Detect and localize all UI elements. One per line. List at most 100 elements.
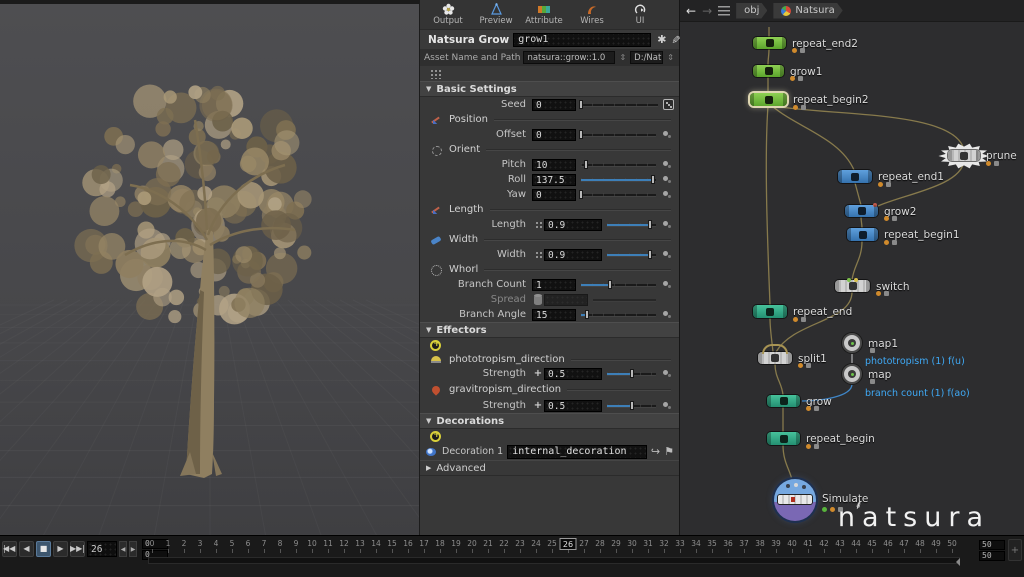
multiparm-icon[interactable]: [535, 221, 542, 228]
network-node-map[interactable]: [842, 364, 862, 384]
ladder-icon[interactable]: [661, 279, 674, 291]
go-to-start-button[interactable]: |◀◀: [2, 541, 17, 557]
breadcrumb-obj[interactable]: obj: [736, 3, 767, 19]
clear-tree-icon[interactable]: ⚑: [664, 445, 674, 458]
dice-icon[interactable]: [663, 99, 674, 110]
roll-input[interactable]: 137.5: [532, 174, 576, 186]
asset-path-dropdown[interactable]: D:/Natura/Plastic/src/too...: [630, 51, 663, 64]
network-node-repeat_begin1[interactable]: [847, 228, 878, 241]
node-list-icon[interactable]: [718, 6, 730, 16]
tab-attribute[interactable]: Attribute: [522, 1, 566, 29]
prev-frame-button[interactable]: ◀: [119, 541, 127, 557]
node-name-input[interactable]: [513, 33, 651, 47]
breadcrumb-natsura[interactable]: Natsura: [773, 3, 842, 19]
visibility-icon[interactable]: [425, 446, 438, 458]
photo-strength-slider[interactable]: [607, 367, 656, 380]
network-node-Simulate[interactable]: [774, 479, 816, 521]
ladder-icon[interactable]: [661, 189, 674, 201]
tab-output[interactable]: Output: [426, 1, 470, 29]
network-node-repeat_end1[interactable]: [838, 170, 872, 183]
branch-angle-slider[interactable]: [581, 308, 656, 321]
tab-ui[interactable]: UI: [618, 1, 662, 29]
network-pane[interactable]: ← → obj Natsura repeat_end2grow1repeat_b…: [680, 0, 1024, 535]
yaw-input[interactable]: 0: [532, 189, 576, 201]
length-input[interactable]: 0.9: [544, 219, 602, 231]
width-input[interactable]: 0.9: [544, 249, 602, 261]
ladder-icon[interactable]: [661, 174, 674, 186]
offset-slider[interactable]: [581, 128, 656, 141]
playback-range-bar[interactable]: [148, 557, 960, 564]
drag-handle-row[interactable]: [420, 66, 679, 81]
network-node-repeat_end2[interactable]: [753, 37, 786, 49]
seed-input[interactable]: 0: [532, 99, 576, 111]
ladder-icon[interactable]: [661, 249, 674, 261]
tab-wires[interactable]: Wires: [570, 1, 614, 29]
playhead[interactable]: 26: [560, 538, 577, 550]
current-frame-input[interactable]: [87, 541, 117, 557]
ladder-icon[interactable]: [661, 129, 674, 141]
node-badges-map1: [870, 348, 875, 353]
photo-strength-input[interactable]: 0.5: [544, 368, 602, 380]
network-node-prune[interactable]: [948, 150, 980, 161]
network-canvas[interactable]: repeat_end2grow1repeat_begin2prunerepeat…: [680, 22, 1024, 535]
pitch-input[interactable]: 10: [532, 159, 576, 171]
length-slider[interactable]: [607, 218, 656, 231]
spinner-icon[interactable]: ⇕: [666, 53, 675, 62]
viewport-3d[interactable]: [0, 0, 420, 535]
section-basic-settings[interactable]: ▼Basic Settings: [420, 81, 679, 97]
nav-forward-icon[interactable]: →: [702, 5, 712, 17]
section-effectors[interactable]: ▼Effectors: [420, 322, 679, 338]
next-frame-button[interactable]: ▶: [129, 541, 137, 557]
seed-slider[interactable]: [581, 98, 658, 111]
section-decorations[interactable]: ▼Decorations: [420, 413, 679, 429]
go-to-end-button[interactable]: ▶▶|: [70, 541, 85, 557]
spread-slider[interactable]: [593, 293, 656, 306]
asset-definition-dropdown[interactable]: natsura::grow::1.0: [523, 51, 615, 64]
stop-button[interactable]: ■: [36, 541, 51, 557]
ladder-icon[interactable]: [661, 368, 674, 380]
tab-preview[interactable]: Preview: [474, 1, 518, 29]
play-button[interactable]: ▶: [53, 541, 68, 557]
spread-input[interactable]: [544, 294, 588, 306]
ladder-icon[interactable]: [661, 400, 674, 412]
network-node-map1[interactable]: [842, 333, 862, 353]
ladder-icon[interactable]: [661, 309, 674, 321]
yaw-slider[interactable]: [581, 188, 656, 201]
offset-input[interactable]: 0: [532, 129, 576, 141]
playbar: |◀◀ ◀ ■ ▶ ▶▶| ◀ ▶ 0123456789101112131415…: [0, 535, 1024, 577]
branch-count-slider[interactable]: [581, 278, 656, 291]
network-node-grow[interactable]: [767, 395, 800, 407]
plus-icon[interactable]: +: [532, 368, 544, 379]
play-reverse-button[interactable]: ◀: [19, 541, 34, 557]
grav-strength-input[interactable]: 0.5: [544, 400, 602, 412]
decoration-input[interactable]: [507, 445, 647, 459]
range-end-input[interactable]: [979, 540, 1005, 550]
width-slider[interactable]: [607, 248, 656, 261]
timeline-ruler[interactable]: 0123456789101112131415161718192021222324…: [148, 538, 960, 568]
plus-icon[interactable]: +: [532, 400, 544, 411]
gear-star-icon[interactable]: ✱: [657, 34, 666, 45]
grav-strength-slider[interactable]: [607, 399, 656, 412]
branch-angle-input[interactable]: 15: [532, 309, 576, 321]
network-node-grow2[interactable]: [845, 205, 878, 217]
pitch-slider[interactable]: [581, 158, 656, 171]
network-node-repeat_end[interactable]: [753, 305, 787, 318]
network-node-grow1[interactable]: [753, 65, 784, 77]
network-node-switch[interactable]: [835, 280, 870, 292]
multiparm-icon[interactable]: [535, 251, 542, 258]
add-decoration-icon[interactable]: [430, 431, 441, 442]
network-node-repeat_begin[interactable]: [767, 432, 800, 445]
jump-arrow-icon[interactable]: ↪: [651, 445, 660, 458]
network-node-repeat_begin2[interactable]: [750, 93, 787, 106]
group-length: Length: [420, 202, 679, 217]
range-end2-input[interactable]: [979, 551, 1005, 561]
ladder-icon[interactable]: [661, 219, 674, 231]
ladder-icon[interactable]: [661, 159, 674, 171]
section-advanced[interactable]: ▶Advanced: [420, 460, 679, 476]
roll-slider[interactable]: [581, 173, 656, 186]
branch-count-input[interactable]: 1: [532, 279, 576, 291]
spinner-icon[interactable]: ⇕: [618, 53, 627, 62]
add-effector-icon[interactable]: [430, 340, 441, 351]
add-range-button[interactable]: +: [1008, 539, 1022, 561]
nav-back-icon[interactable]: ←: [686, 5, 696, 17]
